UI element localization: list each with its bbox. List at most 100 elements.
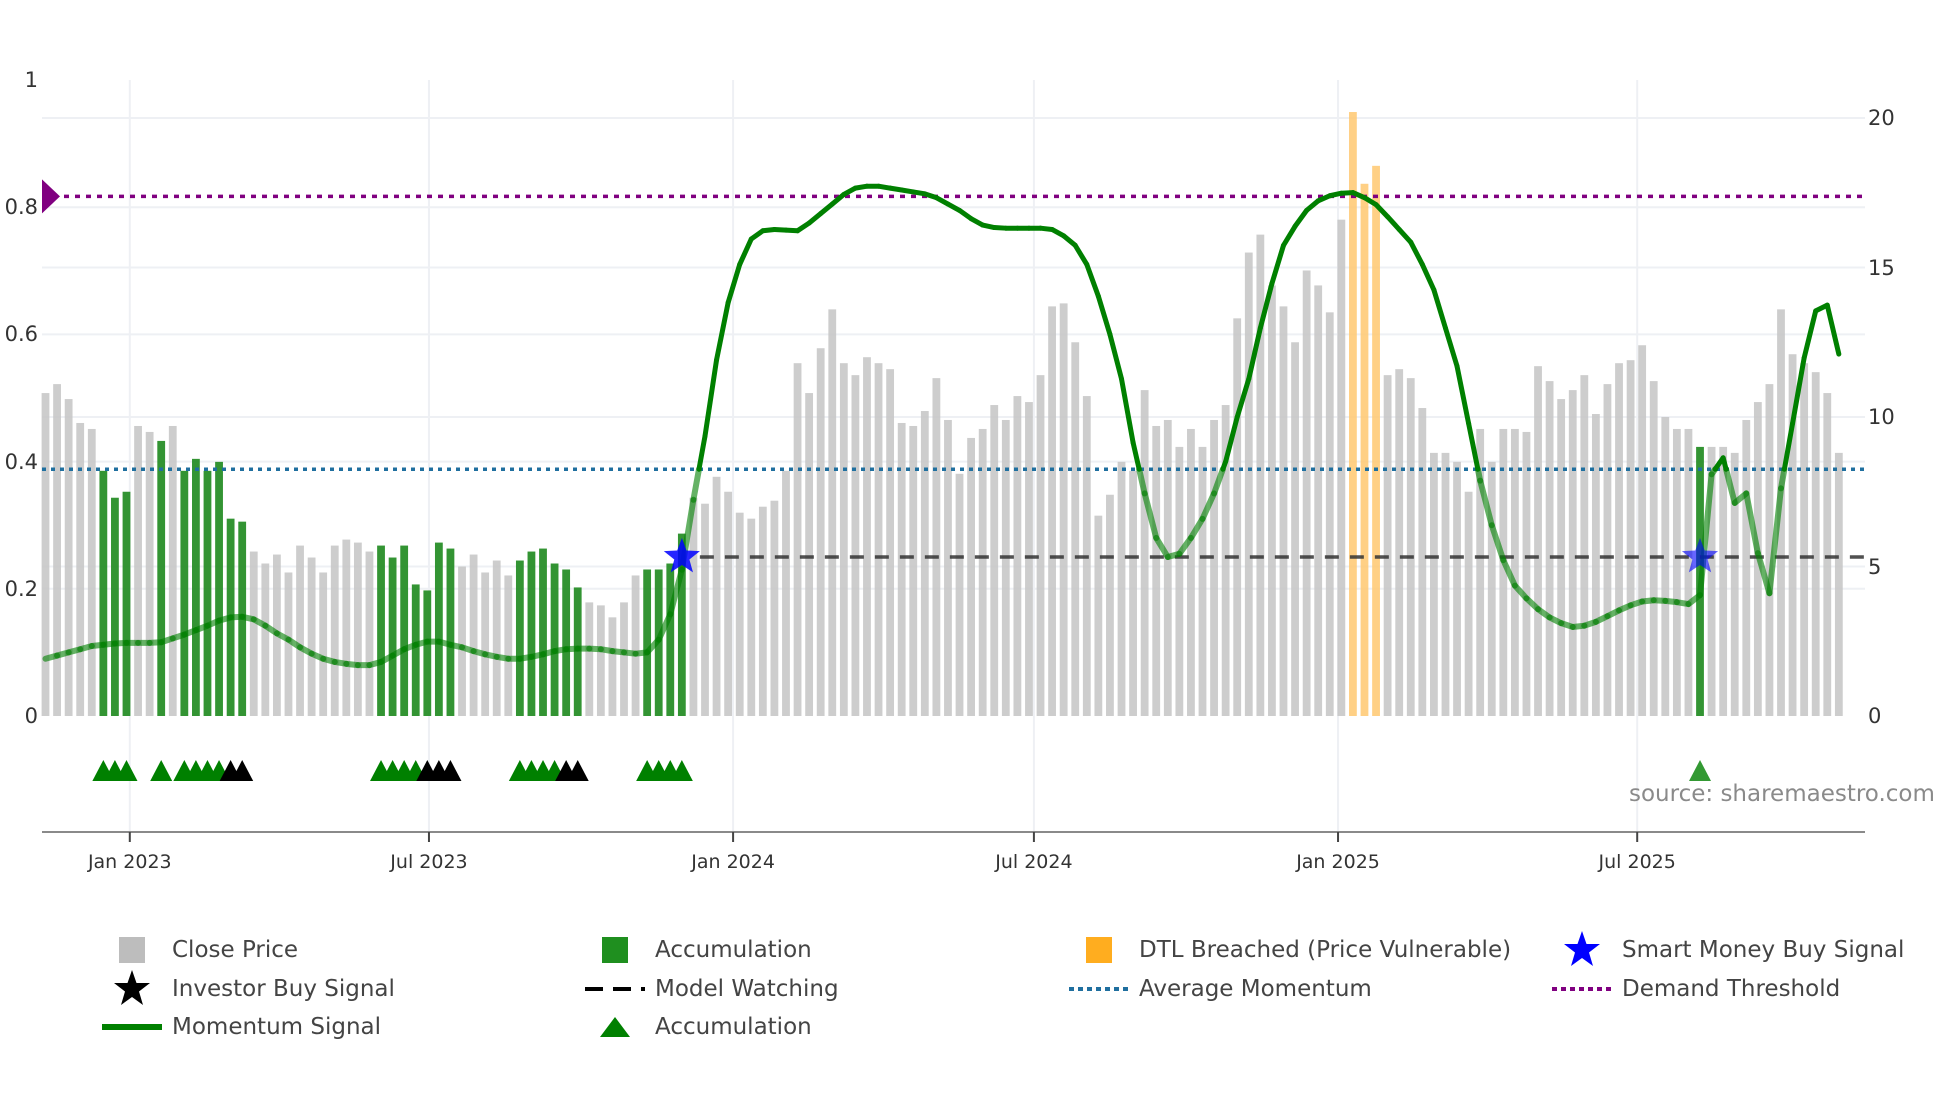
- x-tick-label: Jul 2023: [389, 851, 467, 873]
- close-price-bar: [492, 560, 501, 716]
- close-price-bar: [1163, 419, 1172, 716]
- green-triangle-icon: [583, 1010, 647, 1044]
- close-price-bar: [978, 428, 987, 716]
- momentum-segment-strong: [1280, 223, 1298, 248]
- close-price-bar: [735, 512, 744, 716]
- close-price-bar: [712, 476, 721, 716]
- close-price-bar: [1719, 446, 1728, 716]
- gray-square-icon: [100, 933, 164, 967]
- legend-accumulation-bar: Accumulation: [583, 933, 812, 967]
- momentum-segment-strong: [737, 236, 754, 267]
- close-price-bar: [1638, 345, 1647, 716]
- close-price-bar: [816, 348, 825, 716]
- close-price-bar: [307, 557, 316, 716]
- close-price-bar: [365, 551, 374, 716]
- legend-dtl-breached: DTL Breached (Price Vulnerable): [1067, 933, 1511, 967]
- momentum-segment-strong: [1385, 214, 1402, 232]
- close-price-bar: [724, 491, 733, 716]
- close-price-bar: [1036, 375, 1045, 716]
- close-price-bar: [967, 437, 975, 716]
- close-price-bar: [1244, 252, 1253, 717]
- close-price-bar: [1117, 461, 1126, 716]
- accumulation-bar: [400, 545, 409, 716]
- close-price-bar: [608, 617, 617, 716]
- accumulation-triangle-icon: [1689, 760, 1712, 781]
- close-price-bar: [1406, 378, 1415, 716]
- close-price-bar: [41, 393, 50, 716]
- x-tick-label: Jan 2024: [690, 851, 775, 873]
- legend-label: Average Momentum: [1139, 976, 1372, 1002]
- legend-investor-buy: Investor Buy Signal: [100, 970, 395, 1006]
- close-price-bar: [874, 363, 883, 716]
- close-price-bar: [782, 470, 790, 716]
- accumulation-bar: [411, 584, 420, 716]
- close-price-bar: [1453, 461, 1461, 716]
- close-price-bar: [886, 369, 895, 716]
- close-price-bar: [1268, 285, 1276, 716]
- legend-demand-threshold: Demand Threshold: [1550, 972, 1840, 1006]
- legend-momentum-signal: Momentum Signal: [100, 1010, 381, 1044]
- close-price-bar: [585, 602, 594, 716]
- accumulation-bar: [157, 440, 166, 716]
- close-price-bar: [1140, 390, 1149, 716]
- legend-model-watching: Model Watching: [583, 972, 839, 1006]
- close-price-bar: [1684, 428, 1693, 716]
- close-price-bar: [955, 473, 964, 716]
- accumulation-bar: [111, 497, 119, 716]
- close-price-bar: [1210, 419, 1218, 716]
- close-price-bar: [1672, 428, 1681, 716]
- close-price-bar: [296, 545, 304, 716]
- close-price-bar: [458, 566, 466, 716]
- accumulation-bar: [666, 563, 675, 716]
- accumulation-bar: [446, 548, 455, 716]
- close-price-bar: [1175, 446, 1184, 716]
- close-price-bar: [805, 393, 814, 716]
- close-price-bar: [1129, 470, 1137, 716]
- close-price-bar: [851, 375, 860, 716]
- momentum-segment-strong: [702, 357, 720, 439]
- black-star-icon: [100, 970, 164, 1006]
- close-price-bar: [1418, 408, 1427, 716]
- accumulation-bar: [203, 470, 212, 716]
- close-price-bar: [1534, 366, 1542, 716]
- close-price-bar: [758, 506, 767, 716]
- close-price-bar: [1187, 428, 1195, 716]
- legend-label: Smart Money Buy Signal: [1622, 937, 1905, 963]
- right-tick: 5: [1868, 555, 1881, 579]
- momentum-segment-strong: [1130, 440, 1142, 472]
- close-price-bar: [1591, 414, 1600, 716]
- left-tick: 0.2: [5, 577, 38, 601]
- close-price-bar: [353, 542, 362, 716]
- legend-accumulation-marker: Accumulation: [583, 1010, 812, 1044]
- close-price-bar: [1048, 306, 1056, 716]
- close-price-bar: [793, 363, 802, 716]
- close-price-bar: [1094, 515, 1103, 716]
- blue-star-icon: [1550, 931, 1614, 967]
- close-price-bar: [1430, 452, 1438, 716]
- close-price-bar: [863, 357, 871, 716]
- dtl-breached-bar: [1349, 112, 1357, 716]
- legend-smart-money: Smart Money Buy Signal: [1550, 931, 1905, 967]
- accumulation-bar: [643, 569, 652, 716]
- close-price-bar: [342, 539, 351, 716]
- left-tick: 0: [25, 704, 38, 728]
- legend-label: Demand Threshold: [1622, 976, 1841, 1002]
- momentum-segment-strong: [1408, 239, 1425, 267]
- dtl-breached-bar: [1360, 183, 1369, 716]
- legend-average-momentum: Average Momentum: [1067, 972, 1372, 1006]
- accumulation-bar: [434, 542, 443, 716]
- accumulation-bar: [388, 557, 397, 716]
- accumulation-bar: [562, 569, 571, 716]
- accumulation-bar: [527, 551, 536, 716]
- close-price-bar: [481, 572, 490, 716]
- close-price-bar: [1800, 363, 1809, 716]
- gridlines: [42, 80, 1865, 832]
- x-tick-label: Jul 2025: [1598, 851, 1676, 873]
- momentum-segment-strong: [714, 300, 731, 363]
- close-price-bar: [1834, 452, 1843, 716]
- close-price-bar: [145, 431, 154, 716]
- momentum-segment-strong: [1107, 331, 1125, 382]
- close-price-bar: [1071, 342, 1080, 716]
- momentum-segment-weak: [690, 466, 702, 503]
- momentum-segment-strong: [1824, 302, 1842, 357]
